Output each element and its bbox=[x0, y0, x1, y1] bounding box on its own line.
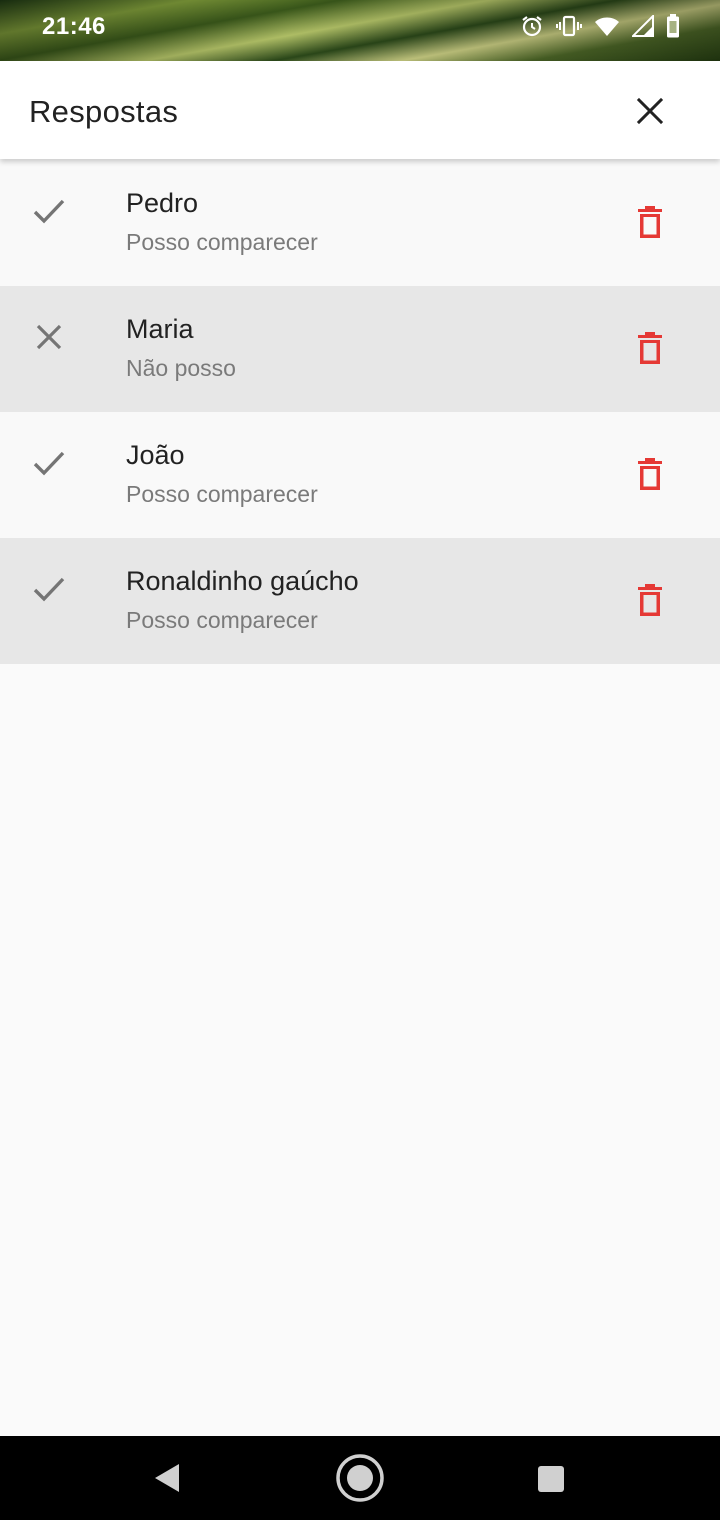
response-name: João bbox=[126, 440, 185, 470]
alarm-icon bbox=[520, 14, 544, 38]
close-icon bbox=[28, 316, 70, 358]
app-bar: Respostas bbox=[0, 61, 720, 159]
recent-apps-icon[interactable] bbox=[537, 1465, 565, 1498]
response-status: Não posso bbox=[126, 355, 236, 381]
trash-icon bbox=[638, 332, 662, 364]
list-item[interactable]: Maria Não posso bbox=[0, 286, 720, 412]
check-icon bbox=[28, 442, 70, 484]
delete-button[interactable] bbox=[628, 452, 672, 496]
response-status: Posso comparecer bbox=[126, 607, 318, 633]
responses-list: Pedro Posso comparecer Maria Não posso J… bbox=[0, 160, 720, 664]
trash-icon bbox=[638, 206, 662, 238]
screen: 21:46 Respostas Pedro Posso comparecer M… bbox=[0, 0, 720, 1520]
delete-button[interactable] bbox=[628, 200, 672, 244]
back-icon[interactable] bbox=[152, 1462, 182, 1499]
vibrate-icon bbox=[556, 14, 582, 38]
battery-icon bbox=[666, 14, 680, 38]
status-icons bbox=[520, 14, 680, 38]
close-button[interactable] bbox=[626, 87, 674, 135]
delete-button[interactable] bbox=[628, 578, 672, 622]
navigation-bar bbox=[0, 1436, 720, 1520]
list-item[interactable]: João Posso comparecer bbox=[0, 412, 720, 538]
list-item[interactable]: Pedro Posso comparecer bbox=[0, 160, 720, 286]
close-icon bbox=[636, 97, 664, 125]
wifi-icon bbox=[594, 15, 620, 37]
page-title: Respostas bbox=[29, 94, 179, 129]
trash-icon bbox=[638, 458, 662, 490]
list-item[interactable]: Ronaldinho gaúcho Posso comparecer bbox=[0, 538, 720, 664]
response-status: Posso comparecer bbox=[126, 481, 318, 507]
response-name: Pedro bbox=[126, 188, 199, 218]
response-status: Posso comparecer bbox=[126, 229, 318, 255]
status-bar: 21:46 bbox=[0, 0, 720, 61]
trash-icon bbox=[638, 584, 662, 616]
signal-icon bbox=[632, 15, 654, 37]
check-icon bbox=[28, 568, 70, 610]
response-name: Maria bbox=[126, 314, 194, 344]
check-icon bbox=[28, 190, 70, 232]
delete-button[interactable] bbox=[628, 326, 672, 370]
status-time: 21:46 bbox=[42, 13, 106, 40]
home-icon[interactable] bbox=[335, 1453, 385, 1508]
response-name: Ronaldinho gaúcho bbox=[126, 566, 359, 596]
